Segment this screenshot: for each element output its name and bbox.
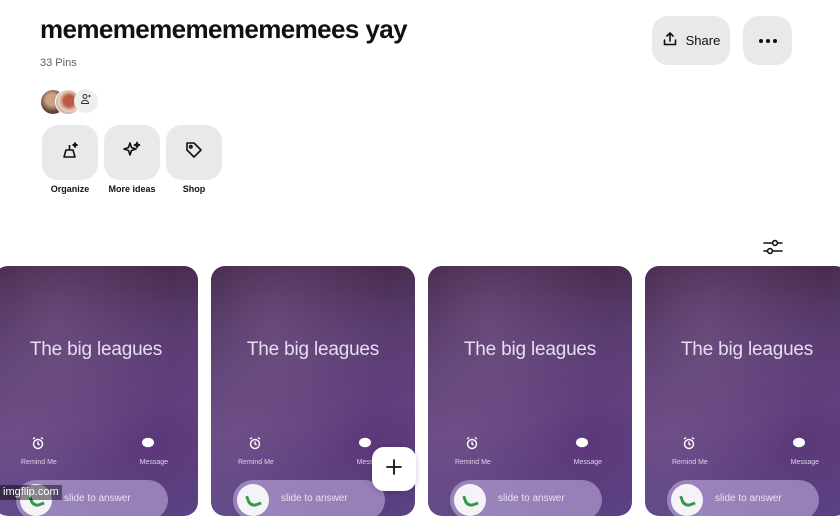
share-button[interactable]: Share bbox=[652, 16, 730, 65]
more-horizontal-icon bbox=[758, 38, 777, 43]
more-options-button[interactable] bbox=[743, 16, 792, 65]
broom-sparkle-icon bbox=[60, 140, 80, 165]
phone-icon bbox=[671, 484, 703, 516]
more-ideas-button[interactable]: More ideas bbox=[104, 125, 160, 194]
filter-button[interactable] bbox=[762, 236, 784, 258]
board-title: memememememememees yay bbox=[40, 14, 408, 44]
shop-label: Shop bbox=[182, 184, 206, 194]
sliders-icon bbox=[762, 239, 784, 262]
tag-icon bbox=[184, 140, 204, 165]
organize-icon-box[interactable] bbox=[42, 125, 98, 180]
phone-icon bbox=[454, 484, 486, 516]
pin-card[interactable]: The big leagues Remind Me Message slide … bbox=[0, 266, 198, 516]
share-label: Share bbox=[685, 33, 721, 48]
watermark: imgflip.com bbox=[0, 485, 62, 500]
message-caption: Message bbox=[790, 459, 819, 466]
add-person-icon bbox=[80, 92, 92, 110]
message-bubble-icon bbox=[792, 436, 806, 450]
slide-text: slide to answer bbox=[715, 493, 782, 504]
organize-label: Organize bbox=[50, 184, 90, 194]
upload-icon bbox=[662, 31, 678, 50]
shop-icon-box[interactable] bbox=[166, 125, 222, 180]
remind-me-caption: Remind Me bbox=[672, 459, 708, 466]
alarm-clock-icon bbox=[465, 436, 479, 450]
sparkles-icon bbox=[122, 140, 142, 165]
pin-title: The big leagues bbox=[246, 339, 380, 360]
pin-card[interactable]: The big leagues Remind Me Message slide … bbox=[645, 266, 840, 516]
message-caption: Message bbox=[573, 459, 602, 466]
message-caption: Message bbox=[139, 459, 168, 466]
alarm-clock-icon bbox=[682, 436, 696, 450]
pin-title: The big leagues bbox=[463, 339, 597, 360]
slide-to-answer: slide to answer bbox=[667, 480, 819, 516]
add-pin-button[interactable] bbox=[372, 447, 416, 491]
slide-text: slide to answer bbox=[498, 493, 565, 504]
pin-card[interactable]: The big leagues Remind Me Message slide … bbox=[428, 266, 632, 516]
collaborators[interactable] bbox=[40, 89, 100, 115]
alarm-clock-icon bbox=[248, 436, 262, 450]
message-bubble-icon bbox=[358, 436, 372, 450]
alarm-clock-icon bbox=[31, 436, 45, 450]
slide-to-answer: slide to answer bbox=[450, 480, 602, 516]
slide-to-answer: slide to answer bbox=[233, 480, 385, 516]
add-collaborator-button[interactable] bbox=[74, 89, 98, 113]
pin-title: The big leagues bbox=[29, 339, 163, 360]
organize-button[interactable]: Organize bbox=[42, 125, 98, 194]
more-ideas-icon-box[interactable] bbox=[104, 125, 160, 180]
pin-count: 33 Pins bbox=[40, 57, 77, 69]
slide-text: slide to answer bbox=[281, 493, 348, 504]
phone-icon bbox=[237, 484, 269, 516]
remind-me-caption: Remind Me bbox=[238, 459, 274, 466]
remind-me-caption: Remind Me bbox=[455, 459, 491, 466]
more-ideas-label: More ideas bbox=[108, 184, 156, 194]
shop-button[interactable]: Shop bbox=[166, 125, 222, 194]
plus-icon bbox=[384, 457, 404, 482]
pin-title: The big leagues bbox=[680, 339, 814, 360]
message-bubble-icon bbox=[575, 436, 589, 450]
remind-me-caption: Remind Me bbox=[21, 459, 57, 466]
message-bubble-icon bbox=[141, 436, 155, 450]
slide-text: slide to answer bbox=[64, 493, 131, 504]
